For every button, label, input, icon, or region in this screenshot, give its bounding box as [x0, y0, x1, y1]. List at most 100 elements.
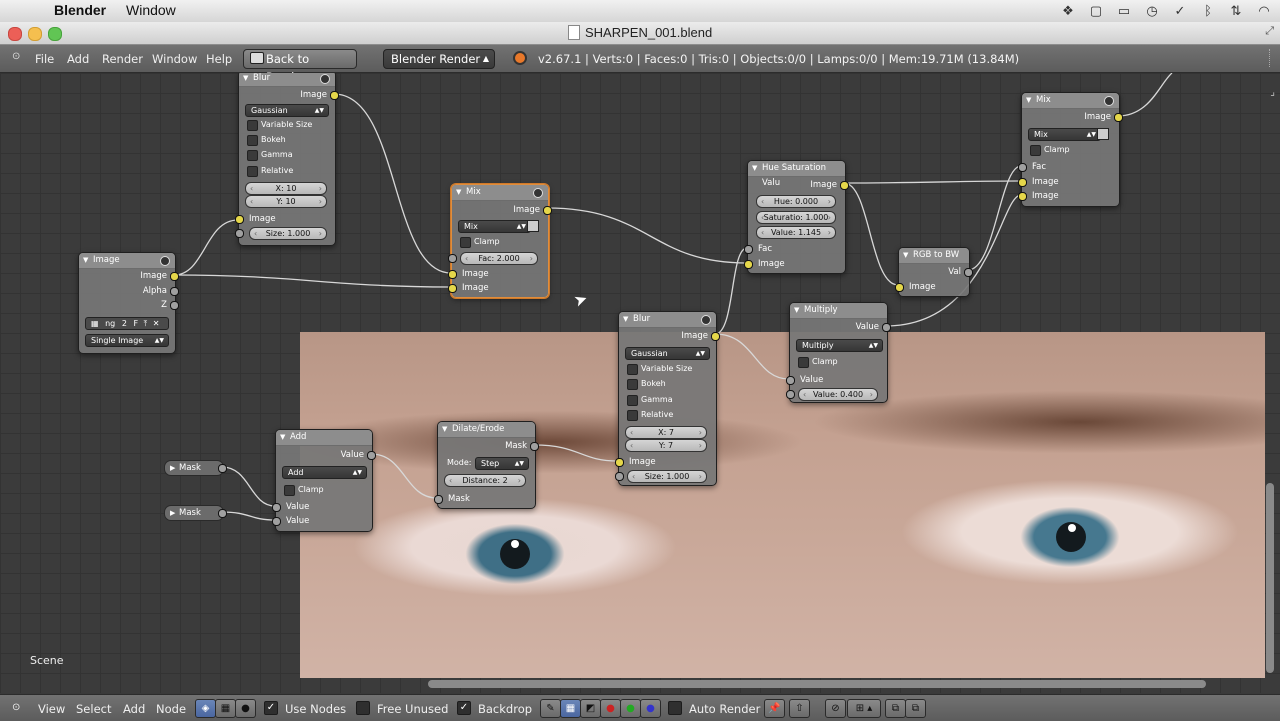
collapse-icon[interactable]: ▼ [903, 248, 908, 263]
preview-icon[interactable] [160, 256, 170, 266]
image-browse-icon[interactable]: ▦ [91, 319, 99, 328]
alpha-checker-icon[interactable]: ▦ [560, 699, 581, 718]
output-socket[interactable] [218, 464, 227, 473]
open-file-icon[interactable]: ⤒ [144, 319, 148, 328]
node-header[interactable]: ▼ Hue Saturation Valu [748, 161, 845, 188]
clamp-checkbox[interactable]: Clamp [460, 236, 500, 248]
back-to-previous-button[interactable]: Back to Previous [243, 49, 357, 84]
zoom-window-button[interactable] [48, 27, 62, 41]
relative-checkbox[interactable]: Relative [247, 165, 293, 177]
image-source-select[interactable]: Single Image ▲▼ [85, 334, 169, 347]
input-socket[interactable] [744, 260, 753, 269]
collapse-icon[interactable]: ▼ [794, 303, 799, 318]
output-socket[interactable] [543, 206, 552, 215]
node-header[interactable]: ▼ RGB to BW [899, 248, 969, 264]
node-header[interactable]: ▼ Blur [619, 312, 716, 328]
menu-view[interactable]: View [38, 702, 65, 716]
render-engine-select[interactable]: Blender Render ▲▼ [383, 49, 495, 81]
input-socket[interactable] [434, 495, 443, 504]
node-header[interactable]: ▼ Mix [1022, 93, 1119, 109]
output-socket[interactable] [170, 272, 179, 281]
hue-field[interactable]: Hue: 0.000 [756, 195, 836, 208]
mode-select[interactable]: Step ▲▼ [475, 457, 529, 470]
input-socket[interactable] [448, 284, 457, 293]
output-socket[interactable] [367, 451, 376, 460]
fullscreen-icon[interactable]: ⤢ [1265, 25, 1274, 38]
variable-size-checkbox[interactable]: Variable Size [247, 119, 312, 131]
tools-icon[interactable]: ✓ [1172, 3, 1188, 19]
image-node[interactable]: ▼ Image Image Alpha Z ▦ ng 2 F ⤒ ✕ Single… [78, 252, 179, 354]
output-socket[interactable] [840, 181, 849, 190]
clamp-checkbox[interactable]: Clamp [1030, 144, 1070, 156]
math-operation-select[interactable]: Multiply ▲▼ [796, 339, 883, 352]
input-socket[interactable] [235, 215, 244, 224]
time-machine-icon[interactable]: ◷ [1144, 3, 1160, 19]
blend-type-select[interactable]: Mix ▲▼ [458, 220, 531, 233]
node-header[interactable]: ▼ Mix [452, 185, 548, 201]
gamma-checkbox[interactable]: Gamma [247, 149, 293, 161]
paste-nodes-icon[interactable]: ⧉ [905, 699, 926, 718]
gamma-checkbox[interactable]: Gamma [627, 394, 673, 406]
math-operation-select[interactable]: Add ▲▼ [282, 466, 367, 479]
app-menu[interactable]: Blender [54, 2, 106, 18]
snap-element-icon[interactable]: ⊞ ▴ [847, 699, 881, 718]
menu-add[interactable]: Add [123, 702, 145, 716]
horizontal-scrollbar[interactable] [428, 680, 1206, 688]
collapse-icon[interactable]: ▼ [752, 161, 757, 176]
window-menu[interactable]: Window [126, 2, 176, 18]
output-socket[interactable] [1114, 113, 1123, 122]
minimize-window-button[interactable] [28, 27, 42, 41]
wifi-icon[interactable]: ◠ [1256, 3, 1272, 19]
collapse-icon[interactable]: ▼ [1026, 93, 1031, 108]
distance-field[interactable]: Distance: 2 [444, 474, 526, 487]
input-socket[interactable] [1018, 163, 1027, 172]
relative-checkbox[interactable]: Relative [627, 409, 673, 421]
collapse-icon[interactable]: ▼ [243, 73, 248, 86]
node-header[interactable]: ▼ Blur [239, 73, 335, 87]
unlink-icon[interactable]: ✕ [153, 319, 160, 328]
preview-icon[interactable] [701, 315, 711, 325]
y-field[interactable]: Y: 10 [245, 195, 327, 208]
vertical-scrollbar[interactable] [1266, 483, 1274, 673]
image-datablock[interactable]: ▦ ng 2 F ⤒ ✕ [85, 317, 169, 330]
saturation-field[interactable]: Saturatio: 1.000 [756, 211, 836, 224]
alpha-toggle-icon[interactable] [527, 220, 539, 232]
red-channel-icon[interactable]: ● [600, 699, 621, 718]
expand-icon[interactable]: ▶ [170, 506, 175, 520]
menu-select[interactable]: Select [76, 702, 111, 716]
free-unused-checkbox[interactable] [356, 701, 370, 715]
node-header[interactable]: ▼ Dilate/Erode [438, 422, 535, 438]
texture-nodes-icon[interactable]: ● [235, 699, 256, 718]
output-socket[interactable] [170, 287, 179, 296]
input-socket[interactable] [1018, 178, 1027, 187]
mix-node-1[interactable]: ▼Mix Image Mix▲▼ Clamp Fac: 2.000 Image … [448, 184, 552, 298]
multiply-node[interactable]: ▼Multiply Value Multiply▲▼ Clamp Value V… [786, 302, 891, 403]
menu-node[interactable]: Node [156, 702, 186, 716]
transfer-icon[interactable]: ⇅ [1228, 3, 1244, 19]
alpha-icon[interactable]: ◩ [580, 699, 601, 718]
color-picker-icon[interactable]: ✎ [540, 699, 561, 718]
green-channel-icon[interactable]: ● [620, 699, 641, 718]
collapse-icon[interactable]: ▼ [623, 312, 628, 327]
blue-channel-icon[interactable]: ● [640, 699, 661, 718]
input-socket[interactable] [615, 472, 624, 481]
node-header[interactable]: ▼ Multiply [790, 303, 887, 319]
input-socket[interactable] [272, 517, 281, 526]
input-socket[interactable] [744, 245, 753, 254]
header-resize-grip[interactable] [1269, 49, 1276, 67]
variable-size-checkbox[interactable]: Variable Size [627, 363, 692, 375]
node-header[interactable]: ▼ Add [276, 430, 372, 446]
size-field[interactable]: Size: 1.000 [627, 470, 707, 483]
blend-type-select[interactable]: Mix ▲▼ [1028, 128, 1101, 141]
preview-icon[interactable] [320, 74, 330, 84]
menu-render[interactable]: Render [102, 52, 143, 66]
node-editor[interactable]: ▼ Blur Image Gaussian ▲▼ Variable Size Bok… [0, 73, 1280, 693]
input-socket[interactable] [895, 283, 904, 292]
blur-node-2[interactable]: ▼ Blur Image Gaussian ▲▼ Variable Size Bok… [615, 311, 720, 486]
clamp-checkbox[interactable]: Clamp [284, 484, 324, 496]
add-node[interactable]: ▼ Add Value Add ▲▼ Clamp Value Value [272, 429, 376, 532]
filter-type-select[interactable]: Gaussian ▲▼ [245, 104, 329, 117]
size-field[interactable]: Size: 1.000 [249, 227, 327, 240]
dropbox-icon[interactable]: ❖ [1060, 3, 1076, 19]
value-field[interactable]: Value: 0.400 [798, 388, 878, 401]
